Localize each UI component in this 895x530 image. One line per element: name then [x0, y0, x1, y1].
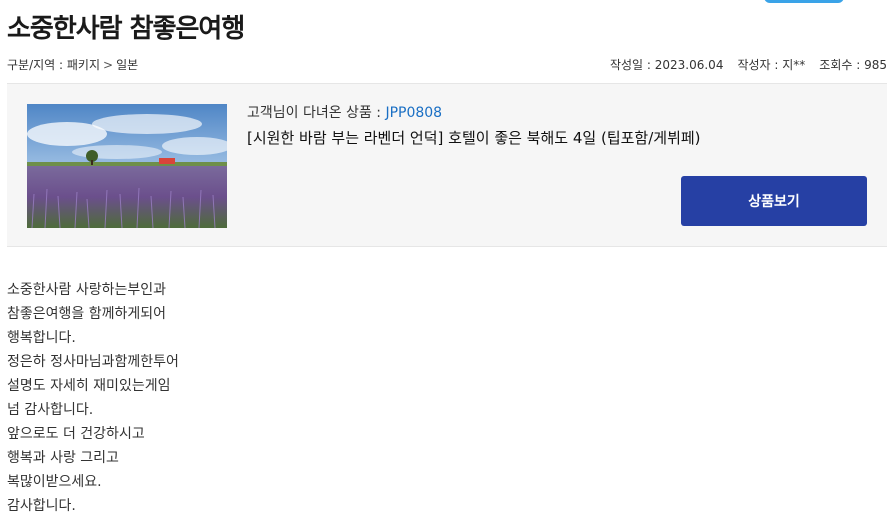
review-line: 정은하 정사마님과함께한투어	[7, 354, 179, 370]
review-line: 참좋은여행을 함께하게되어	[7, 306, 167, 322]
review-body: 소중한사람 사랑하는부인과 참좋은여행을 함께하게되어 행복합니다. 정은하 정…	[7, 278, 179, 518]
product-code[interactable]: JPP0808	[385, 105, 442, 121]
page-title: 소중한사람 참좋은여행	[7, 14, 245, 44]
review-line: 행복과 사랑 그리고	[7, 450, 119, 466]
review-line: 소중한사람 사랑하는부인과	[7, 282, 167, 298]
post-views: 조회수 : 985	[819, 58, 887, 72]
post-info: 작성일 : 2023.06.04 작성자 : 지** 조회수 : 985	[596, 56, 887, 73]
product-code-label: 고객님이 다녀온 상품 :	[247, 105, 386, 121]
post-meta-row: 구분/지역 : 패키지 > 일본 작성일 : 2023.06.04 작성자 : …	[7, 56, 887, 74]
breadcrumb-category: 구분/지역 : 패키지	[7, 58, 100, 72]
product-name[interactable]: [시원한 바람 부는 라벤더 언덕] 호텔이 좋은 북해도 4일 (팁포함/게뷔…	[247, 127, 701, 148]
post-date: 작성일 : 2023.06.04	[609, 58, 724, 72]
review-line: 복많이받으세요.	[7, 474, 102, 490]
review-line: 앞으로도 더 건강하시고	[7, 426, 145, 442]
review-line: 행복합니다.	[7, 330, 76, 346]
top-partial-button[interactable]	[764, 0, 844, 3]
product-box: 고객님이 다녀온 상품 : JPP0808 [시원한 바람 부는 라벤더 언덕]…	[7, 83, 887, 247]
breadcrumb-region: 일본	[116, 58, 139, 72]
view-product-button[interactable]: 상품보기	[681, 176, 867, 226]
review-line: 설명도 자세히 재미있는게임	[7, 378, 171, 394]
product-thumbnail[interactable]	[27, 104, 227, 228]
breadcrumb-separator: >	[103, 57, 114, 72]
post-author: 작성자 : 지**	[737, 58, 806, 72]
product-code-line: 고객님이 다녀온 상품 : JPP0808	[247, 102, 442, 122]
review-line: 넘 감사합니다.	[7, 402, 94, 418]
breadcrumb: 구분/지역 : 패키지 > 일본	[7, 56, 138, 73]
review-line: 감사합니다.	[7, 498, 76, 514]
